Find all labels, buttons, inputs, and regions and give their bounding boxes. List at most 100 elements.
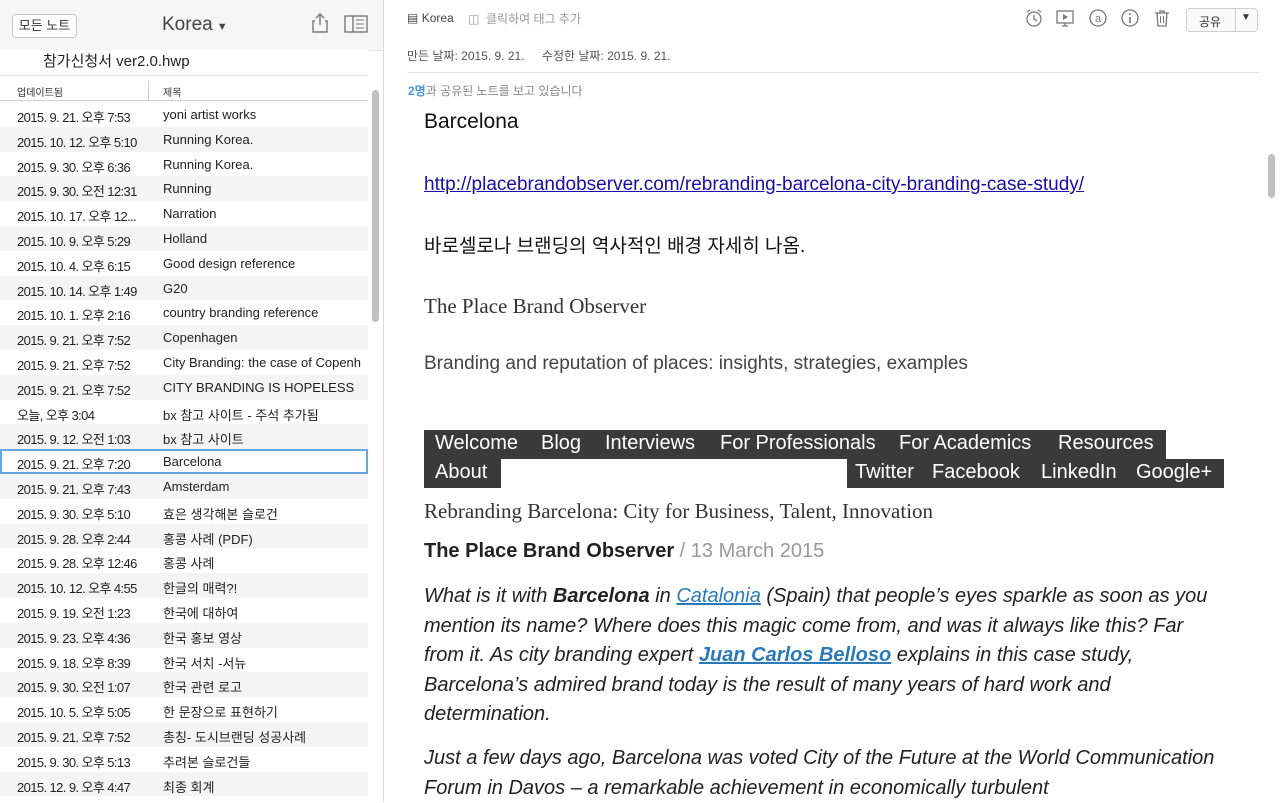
share-dropdown-icon[interactable]: ▼ [1241,12,1251,23]
note-title-cell: City Branding: the case of Copenh [163,354,362,370]
note-title-cell: 추려본 슬로건들 [163,754,251,770]
note-updated-date: 2015. 9. 21. 오후 7:52 [17,357,131,373]
note-list-scrollbar[interactable] [370,88,380,802]
note-list-item[interactable]: 2015. 9. 19. 오전 1:23 한국에 대하여 [0,598,368,623]
note-list-item[interactable]: 2015. 9. 28. 오후 12:46 홍콩 사례 [0,548,368,573]
note-scrollbar[interactable] [1266,150,1276,800]
share-button[interactable]: 공유 ▼ [1186,8,1258,32]
note-updated-date: 2015. 9. 23. 오후 4:36 [17,630,131,646]
note-updated-date: 2015. 9. 21. 오후 7:52 [17,729,131,745]
tag-input[interactable]: ◫ 클릭하여 태그 추가 [468,10,581,27]
belloso-link[interactable]: Juan Carlos Belloso [699,644,891,666]
nav-welcome[interactable]: Welcome [435,432,518,455]
notebook-title[interactable]: Korea ▼ [162,14,228,36]
note-title-cell: 한글의 매력?! [163,581,238,597]
note-title-cell: Running Korea. [163,131,254,147]
nav-about[interactable]: About [435,461,487,484]
note-list-item[interactable]: 2015. 12. 9. 오후 4:47 최종 회계 [0,771,368,797]
column-updated[interactable]: 업데이트됨 [17,84,63,99]
note-list-item[interactable]: 2015. 9. 30. 오전 1:07 한국 관련 로고 [0,672,368,698]
note-list-item[interactable]: 2015. 10. 17. 오후 12... Narration [0,201,368,226]
share-icon[interactable] [311,12,329,34]
note-list-item[interactable]: 2015. 9. 21. 오후 7:52 City Branding: the c… [0,350,368,375]
note-updated-date: 2015. 10. 9. 오후 5:29 [17,233,131,249]
note-title-cell: Amsterdam [163,478,230,494]
nav-for-academics[interactable]: For Academics [899,432,1031,455]
note-list-item[interactable]: 2015. 9. 21. 오후 7:52 총칭- 도시브랜딩 성공사례 [0,721,368,747]
trash-icon[interactable] [1152,8,1172,28]
note-list-item[interactable]: 2015. 9. 21. 오후 7:43 Amsterdam [0,473,368,499]
note-list-item[interactable]: 2015. 9. 21. 오후 7:52 CITY BRANDING IS HOP… [0,374,368,400]
nav-facebook[interactable]: Facebook [932,461,1020,484]
note-list-item[interactable]: 2015. 9. 21. 오후 7:53 yoni artist works [0,102,368,127]
note-dates: 만든 날짜: 2015. 9. 21. 수정한 날짜: 2015. 9. 21. [407,47,685,64]
catalonia-link[interactable]: Catalonia [676,585,761,607]
note-updated-date: 2015. 10. 1. 오후 2:16 [17,308,131,324]
all-notes-button[interactable]: 모든 노트 [12,14,77,38]
svg-text:a: a [1095,13,1102,25]
note-list-item[interactable]: 2015. 10. 14. 오후 1:49 G20 [0,275,368,301]
note-list-item[interactable]: 2015. 9. 28. 오후 2:44 홍콩 사례 (PDF) [0,523,368,549]
note-updated-date: 오늘, 오후 3:04 [17,407,95,423]
divider [407,72,1259,73]
nav-linkedin[interactable]: LinkedIn [1041,461,1117,484]
note-updated-date: 2015. 9. 18. 오후 8:39 [17,655,131,671]
notebook-icon: ▤ [407,11,419,25]
note-list-item[interactable]: 2015. 9. 21. 오후 7:20 Barcelona [0,449,368,474]
note-title-cell: CITY BRANDING IS HOPELESS [163,379,355,395]
note-title-cell: Narration [163,206,217,222]
note-updated-date: 2015. 10. 12. 오후 4:55 [17,581,137,597]
article-paragraph: What is it with Barcelona in Catalonia (… [424,582,1224,730]
note-title[interactable]: Barcelona [424,110,519,134]
reminder-icon[interactable] [1024,8,1044,28]
nav-twitter[interactable]: Twitter [855,461,914,484]
note-updated-date: 2015. 9. 19. 오전 1:23 [17,605,131,621]
note-title-cell: Running [163,181,212,197]
note-updated-date: 2015. 10. 17. 오후 12... [17,209,137,225]
note-list-item[interactable]: 2015. 10. 1. 오후 2:16 country branding ref… [0,300,368,325]
note-list-item[interactable]: 2015. 9. 21. 오후 7:52 Copenhagen [0,325,368,350]
note-list-item[interactable]: 2015. 9. 23. 오후 4:36 한국 홍보 영상 [0,622,368,648]
note-list-item[interactable]: 2015. 9. 30. 오후 6:36 Running Korea. [0,152,368,177]
note-title-cell: 한국 홍보 영상 [163,630,242,646]
presentation-icon[interactable] [1055,8,1075,28]
nav-google-plus[interactable]: Google+ [1136,461,1212,484]
note-title-cell: Copenhagen [163,330,238,346]
note-title-cell: 한국 관련 로고 [163,680,242,696]
note-title-cell: 총칭- 도시브랜딩 성공사례 [163,729,307,745]
scrollbar-thumb[interactable] [372,90,379,322]
note-notebook-selector[interactable]: ▤ Korea [407,11,454,25]
tag-icon: ◫ [468,12,480,26]
nav-blog[interactable]: Blog [541,432,581,455]
nav-resources[interactable]: Resources [1058,432,1154,455]
scrollbar-thumb[interactable] [1268,154,1275,198]
column-title[interactable]: 제목 [163,84,181,99]
nav-interviews[interactable]: Interviews [605,432,695,455]
attachment-name: 참가신청서 ver2.0.hwp [43,53,190,70]
note-updated-date: 2015. 12. 9. 오후 4:47 [17,779,131,795]
note-list-item[interactable]: 2015. 9. 12. 오전 1:03 bx 참고 사이트 [0,424,368,450]
note-list-item[interactable]: 2015. 10. 12. 오후 5:10 Running Korea. [0,126,368,152]
note-list-item[interactable]: 2015. 10. 4. 오후 6:15 Good design referenc… [0,251,368,276]
article-paragraph: Just a few days ago, Barcelona was voted… [424,747,1215,799]
chevron-down-icon: ▼ [216,21,228,33]
info-icon[interactable] [1120,8,1140,28]
notebook-title-label: Korea [162,14,213,35]
view-toggle-icon[interactable] [344,15,368,33]
note-list-item[interactable]: 오늘, 오후 3:04 bx 참고 사이트 - 주석 추가됨 [0,400,368,425]
note-updated-date: 2015. 9. 30. 오후 5:13 [17,754,131,770]
attachment-row[interactable]: 참가신청서 ver2.0.hwp [0,50,368,76]
note-list-item[interactable]: 2015. 10. 12. 오후 4:55 한글의 매력?! [0,573,368,598]
at-icon[interactable]: a [1088,8,1108,28]
note-list-item[interactable]: 2015. 10. 9. 오후 5:29 Holland [0,225,368,251]
note-list-item[interactable]: 2015. 9. 18. 오후 8:39 한국 서치 -서뉴 [0,648,368,673]
nav-for-professionals[interactable]: For Professionals [720,432,876,455]
note-list-item[interactable]: 2015. 9. 30. 오후 5:10 효은 생각해본 슬로건 [0,499,368,524]
note-link[interactable]: http://placebrandobserver.com/rebranding… [424,174,1084,196]
note-list-item[interactable]: 2015. 10. 5. 오후 5:05 한 문장으로 표현하기 [0,697,368,722]
note-list-item[interactable]: 2015. 9. 30. 오전 12:31 Running [0,176,368,202]
note-list-item[interactable]: 2015. 9. 30. 오후 5:13 추려본 슬로건들 [0,747,368,772]
shared-count[interactable]: 2명 [408,84,426,98]
shared-text: 과 공유된 노트를 보고 있습니다 [425,84,583,98]
modified-date: 수정한 날짜: 2015. 9. 21. [541,49,671,63]
